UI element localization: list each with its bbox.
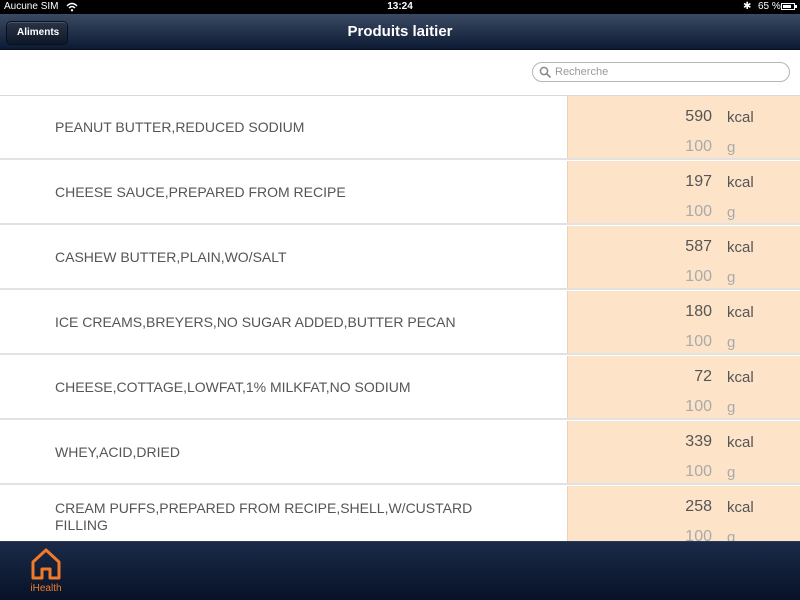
nutrition-values: 587 kcal 100 g <box>567 226 800 288</box>
nutrition-values: 590 kcal 100 g <box>567 96 800 158</box>
portion-unit: g <box>727 139 736 156</box>
portion-value: 100 <box>685 138 712 155</box>
food-name: PEANUT BUTTER,REDUCED SODIUM <box>55 118 305 135</box>
kcal-value: 258 <box>685 498 712 515</box>
kcal-unit: kcal <box>727 304 754 321</box>
food-row[interactable]: PEANUT BUTTER,REDUCED SODIUM 590 kcal 100 g <box>0 96 800 160</box>
search-icon <box>539 66 551 78</box>
nutrition-values: 339 kcal 100 g <box>567 421 800 483</box>
portion-unit: g <box>727 334 736 351</box>
portion-value: 100 <box>685 463 712 480</box>
food-name: CREAM PUFFS,PREPARED FROM RECIPE,SHELL,W… <box>55 500 473 533</box>
food-row[interactable]: CHEESE SAUCE,PREPARED FROM RECIPE 197 kcal… <box>0 161 800 225</box>
tab-bar: iHealth <box>0 541 800 600</box>
kcal-value: 339 <box>685 433 712 450</box>
status-bar: Aucune SIM 13:24 ✱ 65 % <box>0 0 800 14</box>
food-row[interactable]: CHEESE,COTTAGE,LOWFAT,1% MILKFAT,NO SODI… <box>0 356 800 420</box>
page-title: Produits laitier <box>347 23 453 40</box>
kcal-unit: kcal <box>727 109 754 126</box>
nutrition-values: 197 kcal 100 g <box>567 161 800 223</box>
portion-unit: g <box>727 529 736 541</box>
tab-ihealth[interactable]: iHealth <box>24 545 68 597</box>
portion-value: 100 <box>685 268 712 285</box>
home-icon <box>31 548 61 580</box>
kcal-value: 72 <box>694 368 712 385</box>
portion-value: 100 <box>685 528 712 541</box>
food-name: CHEESE,COTTAGE,LOWFAT,1% MILKFAT,NO SODI… <box>55 378 411 395</box>
kcal-value: 590 <box>685 108 712 125</box>
battery-tip <box>795 5 797 8</box>
portion-unit: g <box>727 464 736 481</box>
search-area <box>0 50 800 95</box>
nutrition-values: 258 kcal 100 g <box>567 486 800 541</box>
search-field[interactable] <box>532 62 790 82</box>
kcal-value: 197 <box>685 173 712 190</box>
kcal-unit: kcal <box>727 434 754 451</box>
food-name: WHEY,ACID,DRIED <box>55 443 180 460</box>
kcal-unit: kcal <box>727 369 754 386</box>
nutrition-values: 180 kcal 100 g <box>567 291 800 353</box>
kcal-value: 587 <box>685 238 712 255</box>
food-row[interactable]: WHEY,ACID,DRIED 339 kcal 100 g <box>0 421 800 485</box>
portion-unit: g <box>727 399 736 416</box>
kcal-unit: kcal <box>727 239 754 256</box>
search-input[interactable] <box>555 64 783 80</box>
kcal-unit: kcal <box>727 174 754 191</box>
portion-value: 100 <box>685 333 712 350</box>
battery-percentage: 65 % <box>758 1 781 12</box>
clock: 13:24 <box>387 1 413 12</box>
food-row[interactable]: ICE CREAMS,BREYERS,NO SUGAR ADDED,BUTTER… <box>0 291 800 355</box>
food-list[interactable]: PEANUT BUTTER,REDUCED SODIUM 590 kcal 100 g C… <box>0 95 800 541</box>
portion-value: 100 <box>685 398 712 415</box>
navigation-bar: Produits laitier Aliments <box>0 14 800 50</box>
battery-icon <box>781 3 795 10</box>
bluetooth-icon: ✱ <box>743 1 752 12</box>
kcal-value: 180 <box>685 303 712 320</box>
food-row[interactable]: CASHEW BUTTER,PLAIN,WO/SALT 587 kcal 100 g <box>0 226 800 290</box>
back-button[interactable]: Aliments <box>6 21 69 45</box>
portion-value: 100 <box>685 203 712 220</box>
nutrition-values: 72 kcal 100 g <box>567 356 800 418</box>
food-row[interactable]: CREAM PUFFS,PREPARED FROM RECIPE,SHELL,W… <box>0 486 800 541</box>
food-name: CASHEW BUTTER,PLAIN,WO/SALT <box>55 248 287 265</box>
tab-label: iHealth <box>30 583 62 594</box>
food-name: CHEESE SAUCE,PREPARED FROM RECIPE <box>55 183 346 200</box>
portion-unit: g <box>727 269 736 286</box>
food-name: ICE CREAMS,BREYERS,NO SUGAR ADDED,BUTTER… <box>55 313 456 330</box>
kcal-unit: kcal <box>727 499 754 516</box>
portion-unit: g <box>727 204 736 221</box>
